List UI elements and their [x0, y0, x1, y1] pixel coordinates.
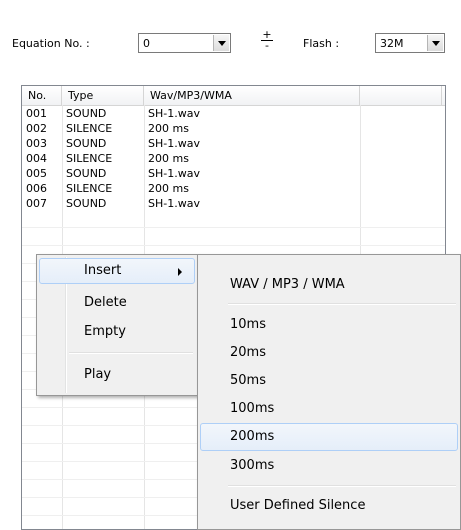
submenu-item-wav[interactable]: WAV / MP3 / WMA [200, 271, 458, 299]
row-file: SH-1.wav [148, 107, 200, 120]
submenu-item-100ms[interactable]: 100ms [200, 395, 458, 423]
table-row[interactable]: 004 SILENCE 200 ms [22, 151, 445, 166]
row-file: 200 ms [148, 122, 189, 135]
menu-separator [228, 303, 456, 305]
minus-icon[interactable]: - [258, 40, 276, 51]
submenu-item-user-defined[interactable]: User Defined Silence [200, 492, 458, 520]
grid-line [22, 245, 445, 246]
row-no: 003 [26, 137, 47, 150]
row-type: SOUND [66, 107, 107, 120]
equation-select[interactable]: 0 [138, 33, 231, 53]
row-file: 200 ms [148, 152, 189, 165]
row-file: 200 ms [148, 182, 189, 195]
row-file: SH-1.wav [148, 137, 200, 150]
table-row[interactable]: 003 SOUND SH-1.wav [22, 136, 445, 151]
flash-label: Flash : [303, 37, 340, 50]
menu-item-insert[interactable]: Insert [39, 258, 195, 284]
plus-minus-spinner[interactable]: + - [258, 29, 276, 51]
table-row[interactable]: 007 SOUND SH-1.wav [22, 196, 445, 211]
context-menu: Insert Delete Empty Play [36, 254, 198, 396]
row-no: 004 [26, 152, 47, 165]
row-type: SILENCE [66, 122, 113, 135]
submenu-item-50ms[interactable]: 50ms [200, 367, 458, 395]
submenu-item-20ms[interactable]: 20ms [200, 339, 458, 367]
menu-item-empty[interactable]: Empty [39, 319, 195, 345]
table-row[interactable]: 002 SILENCE 200 ms [22, 121, 445, 136]
table-row[interactable]: 005 SOUND SH-1.wav [22, 166, 445, 181]
row-file: SH-1.wav [148, 167, 200, 180]
row-type: SOUND [66, 197, 107, 210]
row-type: SILENCE [66, 182, 113, 195]
menu-separator [228, 485, 456, 487]
menu-item-label: Insert [84, 263, 122, 278]
row-type: SOUND [66, 137, 107, 150]
row-type: SOUND [66, 167, 107, 180]
menu-item-play[interactable]: Play [39, 362, 195, 388]
menu-item-label: Play [84, 367, 112, 382]
row-file: SH-1.wav [148, 197, 200, 210]
flash-select[interactable]: 32M [375, 33, 445, 53]
list-header: No. Type Wav/MP3/WMA [22, 86, 445, 106]
table-row[interactable]: 001 SOUND SH-1.wav [22, 106, 445, 121]
col-no[interactable]: No. [22, 86, 62, 105]
chevron-right-icon [178, 268, 182, 276]
equation-label: Equation No. : [12, 37, 90, 50]
grid-line [22, 227, 445, 228]
col-extra[interactable] [360, 86, 442, 105]
col-file[interactable]: Wav/MP3/WMA [144, 86, 360, 105]
flash-value: 32M [380, 37, 404, 50]
menu-item-label: Delete [84, 295, 127, 310]
col-type[interactable]: Type [62, 86, 144, 105]
menu-separator [69, 352, 193, 354]
insert-submenu: WAV / MP3 / WMA 10ms 20ms 50ms 100ms 200… [197, 254, 461, 530]
submenu-item-10ms[interactable]: 10ms [200, 311, 458, 339]
submenu-item-300ms[interactable]: 300ms [200, 452, 458, 480]
menu-item-label: Empty [84, 324, 126, 339]
row-no: 005 [26, 167, 47, 180]
row-no: 007 [26, 197, 47, 210]
chevron-down-icon[interactable] [427, 35, 443, 51]
table-row[interactable]: 006 SILENCE 200 ms [22, 181, 445, 196]
submenu-item-200ms[interactable]: 200ms [200, 423, 458, 451]
chevron-down-icon[interactable] [213, 35, 229, 51]
equation-value: 0 [143, 37, 150, 50]
row-type: SILENCE [66, 152, 113, 165]
row-no: 001 [26, 107, 47, 120]
row-no: 006 [26, 182, 47, 195]
menu-item-delete[interactable]: Delete [39, 290, 195, 316]
row-no: 002 [26, 122, 47, 135]
app-window: Equation No. : 0 + - Flash : 32M No. Typ… [0, 0, 461, 530]
